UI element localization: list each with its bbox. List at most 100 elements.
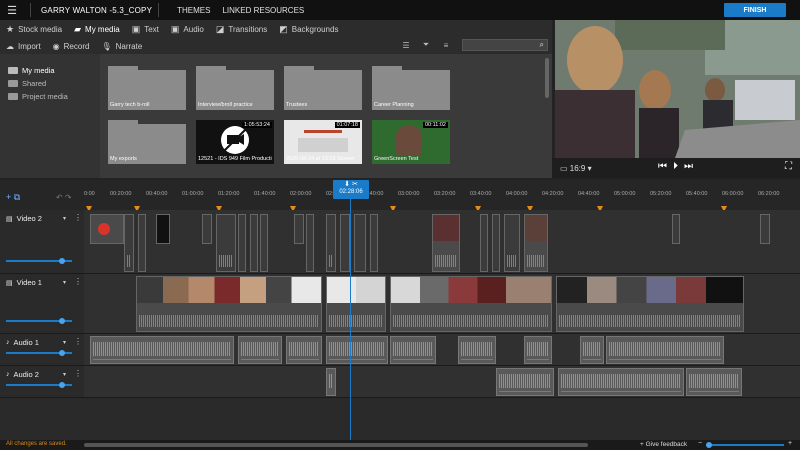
more-options-icon[interactable]: ⋮ [74, 213, 82, 222]
more-options-icon[interactable]: ⋮ [74, 277, 82, 286]
volume-slider[interactable] [6, 258, 72, 264]
folder-card[interactable]: Trustees [284, 66, 362, 110]
volume-line[interactable] [329, 359, 385, 360]
audio-clip[interactable] [326, 336, 388, 364]
video-1-lane[interactable] [84, 274, 800, 334]
volume-line[interactable] [609, 359, 721, 360]
volume-slider[interactable] [6, 318, 72, 324]
audio-clip[interactable] [606, 336, 724, 364]
video-clip[interactable] [432, 214, 460, 272]
timeline-scrollbar[interactable] [84, 443, 588, 447]
nav-linked-resources[interactable]: LINKED RESOURCES [222, 6, 304, 15]
audio-clip[interactable] [90, 336, 234, 364]
sidebar-item-shared[interactable]: Shared [0, 77, 100, 90]
folder-card[interactable]: Interview/broll practice [196, 66, 274, 110]
tab-backgrounds[interactable]: ◩ Backgrounds [273, 20, 344, 38]
video-2-lane[interactable] [84, 210, 800, 274]
folder-card[interactable]: Career Planning [372, 66, 450, 110]
track-name[interactable]: ♪ Audio 2 [6, 370, 39, 379]
video-clip[interactable] [136, 276, 322, 332]
audio-clip[interactable] [580, 336, 604, 364]
video-clip[interactable] [294, 214, 304, 244]
video-card[interactable]: 1:05:53:24 12521 - IDS 949 Film Producti… [196, 120, 274, 164]
video-clip[interactable] [390, 276, 552, 332]
volume-line[interactable] [93, 359, 231, 360]
audio-clip[interactable] [496, 368, 554, 396]
narrate-button[interactable]: 🎙 Narrate [95, 42, 148, 51]
search-input[interactable]: ⌕ [462, 39, 548, 51]
volume-slider[interactable] [6, 382, 72, 388]
tab-audio[interactable]: ▣ Audio [165, 20, 210, 38]
video-clip[interactable] [326, 276, 386, 332]
video-clip[interactable] [156, 214, 170, 244]
fullscreen-icon[interactable]: ⛶ [785, 161, 792, 172]
tab-stock-media[interactable]: ★ Stock media [0, 20, 68, 38]
chevron-down-icon[interactable]: ▾ [63, 215, 66, 222]
audio-clip[interactable] [326, 368, 336, 396]
video-clip[interactable] [138, 214, 146, 272]
more-options-icon[interactable]: ⋮ [74, 337, 82, 346]
folder-card[interactable]: My exports [108, 120, 186, 164]
skip-back-icon[interactable]: ⏮ [658, 161, 667, 172]
zoom-out-icon[interactable]: − [698, 440, 702, 447]
tab-transitions[interactable]: ◪ Transitions [210, 20, 273, 38]
tab-text[interactable]: ▣ Text [126, 20, 165, 38]
zoom-slider[interactable] [706, 442, 784, 448]
audio-clip[interactable] [286, 336, 322, 364]
volume-knob[interactable] [59, 258, 65, 264]
volume-slider[interactable] [6, 350, 72, 356]
audio-clip[interactable] [458, 336, 496, 364]
play-icon[interactable]: ⏵ [673, 161, 678, 172]
volume-line[interactable] [499, 391, 551, 392]
video-clip[interactable] [760, 214, 770, 244]
nav-themes[interactable]: THEMES [177, 6, 210, 15]
tab-my-media[interactable]: ▰ My media [68, 20, 126, 38]
track-name[interactable]: ▤ Video 1 [6, 278, 42, 287]
search-icon[interactable]: ⌕ [540, 40, 544, 50]
video-clip[interactable] [556, 276, 744, 332]
give-feedback-link[interactable]: + Give feedback [640, 441, 687, 448]
video-clip[interactable] [370, 214, 378, 272]
video-clip[interactable] [90, 214, 124, 244]
video-clip[interactable] [238, 214, 246, 272]
audio-clip[interactable] [524, 336, 552, 364]
volume-line[interactable] [689, 391, 739, 392]
video-preview[interactable] [555, 20, 800, 158]
video-clip[interactable] [354, 214, 366, 272]
list-view-icon[interactable]: ☰ [396, 41, 416, 50]
playhead-line[interactable] [350, 199, 351, 440]
skip-forward-icon[interactable]: ⏭ [684, 161, 693, 172]
audio-clip[interactable] [558, 368, 684, 396]
audio-1-lane[interactable] [84, 334, 800, 366]
volume-knob[interactable] [59, 318, 65, 324]
track-name[interactable]: ▤ Video 2 [6, 214, 42, 223]
video-clip[interactable] [216, 214, 236, 272]
audio-2-lane[interactable] [84, 366, 800, 398]
volume-line[interactable] [527, 359, 549, 360]
project-title[interactable]: GARRY WALTON -5.3_COPY [41, 6, 152, 15]
volume-line[interactable] [561, 391, 681, 392]
import-button[interactable]: ☁ Import [0, 42, 47, 51]
audio-clip[interactable] [390, 336, 436, 364]
video-clip[interactable] [306, 214, 314, 272]
chevron-down-icon[interactable]: ▾ [63, 279, 66, 286]
video-card[interactable]: 01:07:18 2020-08-24 at 13:19 Screen [284, 120, 362, 164]
video-clip[interactable] [260, 214, 268, 272]
video-clip[interactable] [672, 214, 680, 244]
video-clip[interactable] [340, 214, 350, 272]
finish-button[interactable]: FINISH [724, 3, 786, 17]
folder-card[interactable]: Garry tech b-roll [108, 66, 186, 110]
volume-line[interactable] [393, 359, 433, 360]
split-clip-icon[interactable]: ⬇ ✂ [333, 180, 369, 189]
add-track-icon[interactable]: + ⧉ [6, 192, 20, 203]
video-clip[interactable] [504, 214, 520, 272]
volume-line[interactable] [289, 359, 319, 360]
zoom-knob[interactable] [706, 442, 712, 448]
volume-line[interactable] [461, 359, 493, 360]
hamburger-menu-icon[interactable]: ☰ [0, 4, 24, 17]
zoom-in-icon[interactable]: + [788, 440, 792, 447]
undo-redo-icon[interactable]: ↶ ↷ [56, 193, 72, 202]
sidebar-item-my-media[interactable]: My media [0, 64, 100, 77]
track-name[interactable]: ♪ Audio 1 [6, 338, 39, 347]
record-button[interactable]: ◉ Record [47, 42, 96, 51]
